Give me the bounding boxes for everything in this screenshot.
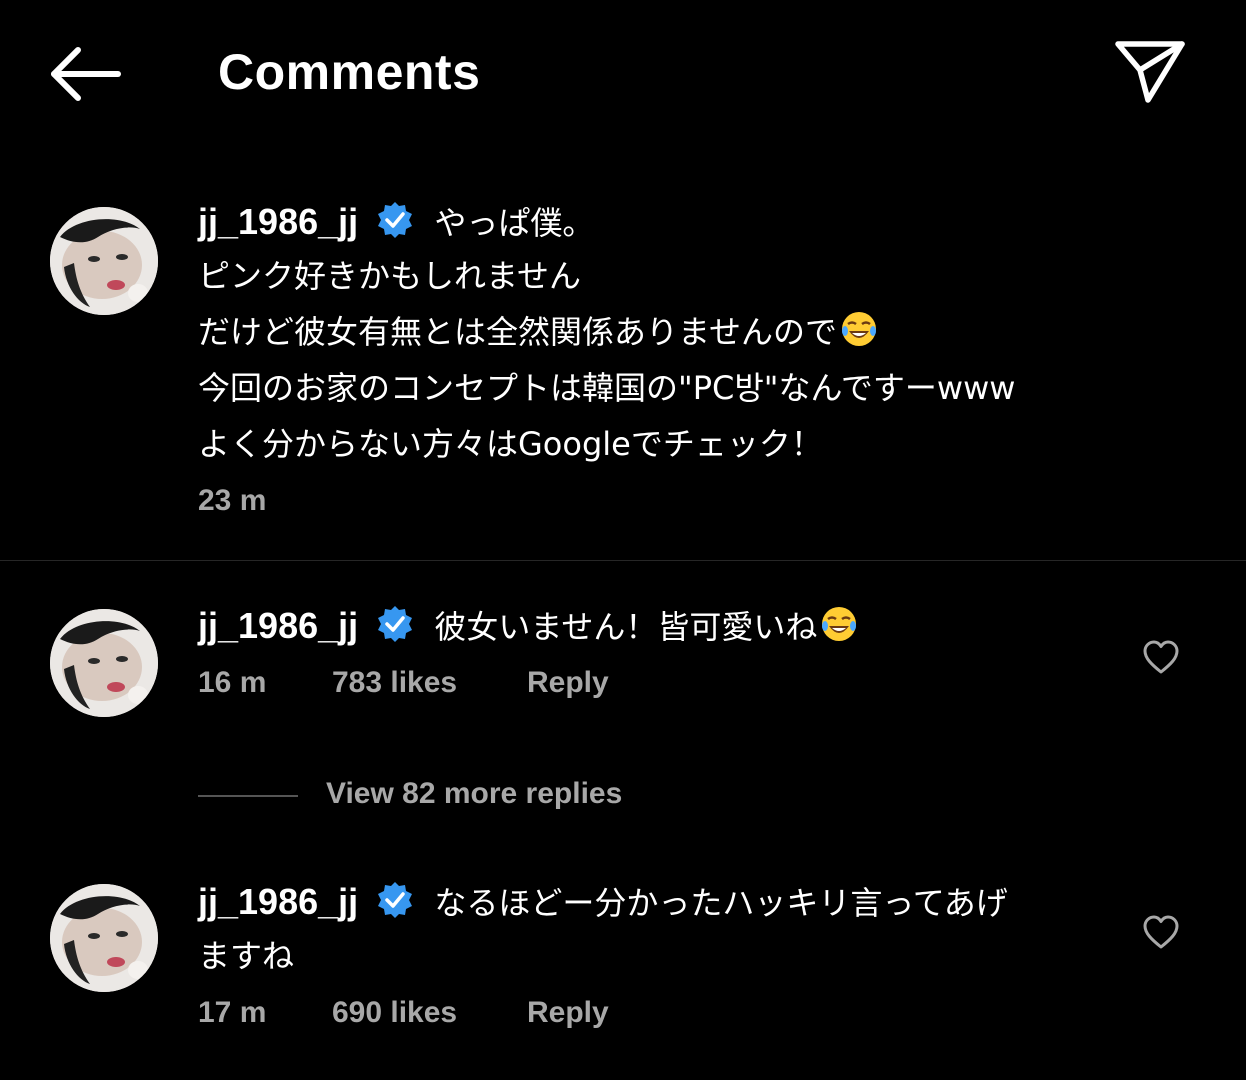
caption-text-line-5: よく分からない方々はGoogleでチェック！ (198, 425, 823, 463)
timestamp: 17 m (198, 996, 267, 1029)
likes-count[interactable]: 690 likes (332, 996, 457, 1030)
paper-plane-icon (1115, 41, 1185, 103)
like-button[interactable] (1141, 638, 1181, 678)
verified-badge-icon (375, 604, 415, 648)
heart-icon (1143, 640, 1179, 674)
username[interactable]: jj_1986_jj (198, 201, 358, 242)
header-bar: Comments (0, 0, 1246, 150)
caption-text-line-4: 今回のお家のコンセプトは韓国の"PC방"なんですーwww (198, 369, 1016, 407)
avatar[interactable] (50, 609, 158, 717)
divider (198, 795, 298, 797)
divider (0, 560, 1246, 561)
arrow-left-icon (51, 47, 121, 101)
caption-text-line-1: やっぱ僕。 (434, 204, 595, 242)
verified-badge-icon (375, 200, 415, 244)
avatar[interactable] (50, 884, 158, 992)
likes-count[interactable]: 783 likes (332, 666, 457, 700)
laughing-tears-emoji-icon (819, 604, 859, 644)
comment-header: jj_1986_jj 彼女いません！皆可愛いね (198, 602, 859, 650)
username[interactable]: jj_1986_jj (198, 605, 358, 646)
caption-header: jj_1986_jj やっぱ僕。 (198, 198, 594, 246)
caption-text-line-3-wrap: だけど彼女有無とは全然関係ありませんので (198, 304, 1158, 360)
caption-text-line-3: だけど彼女有無とは全然関係ありませんので (198, 313, 838, 351)
share-button[interactable] (1110, 36, 1190, 108)
heart-icon (1143, 915, 1179, 949)
laughing-tears-emoji-icon (839, 309, 879, 349)
comment-text-line-2: ますね (198, 937, 295, 975)
timestamp: 23 m (198, 484, 267, 517)
view-more-replies-label[interactable]: View 82 more replies (326, 777, 622, 811)
like-button[interactable] (1141, 913, 1181, 953)
reply-button[interactable]: Reply (527, 666, 609, 700)
reply-button[interactable]: Reply (527, 996, 609, 1030)
username[interactable]: jj_1986_jj (198, 881, 358, 922)
comment-header: jj_1986_jj なるほどー分かったハッキリ言ってあげ (198, 878, 1008, 926)
caption-text-line-2: ピンク好きかもしれません (198, 257, 582, 295)
comment-text: ますね (198, 928, 1158, 984)
verified-badge-icon (375, 880, 415, 924)
avatar[interactable] (50, 207, 158, 315)
timestamp: 16 m (198, 666, 267, 699)
page-title: Comments (218, 44, 481, 100)
comment-text-line-1: なるほどー分かったハッキリ言ってあげ (434, 884, 1008, 922)
back-button[interactable] (40, 38, 130, 108)
comment-text: 彼女いません！皆可愛いね (434, 608, 818, 646)
caption-text: ピンク好きかもしれません だけど彼女有無とは全然関係ありませんので 今回のお家の… (198, 248, 1158, 472)
